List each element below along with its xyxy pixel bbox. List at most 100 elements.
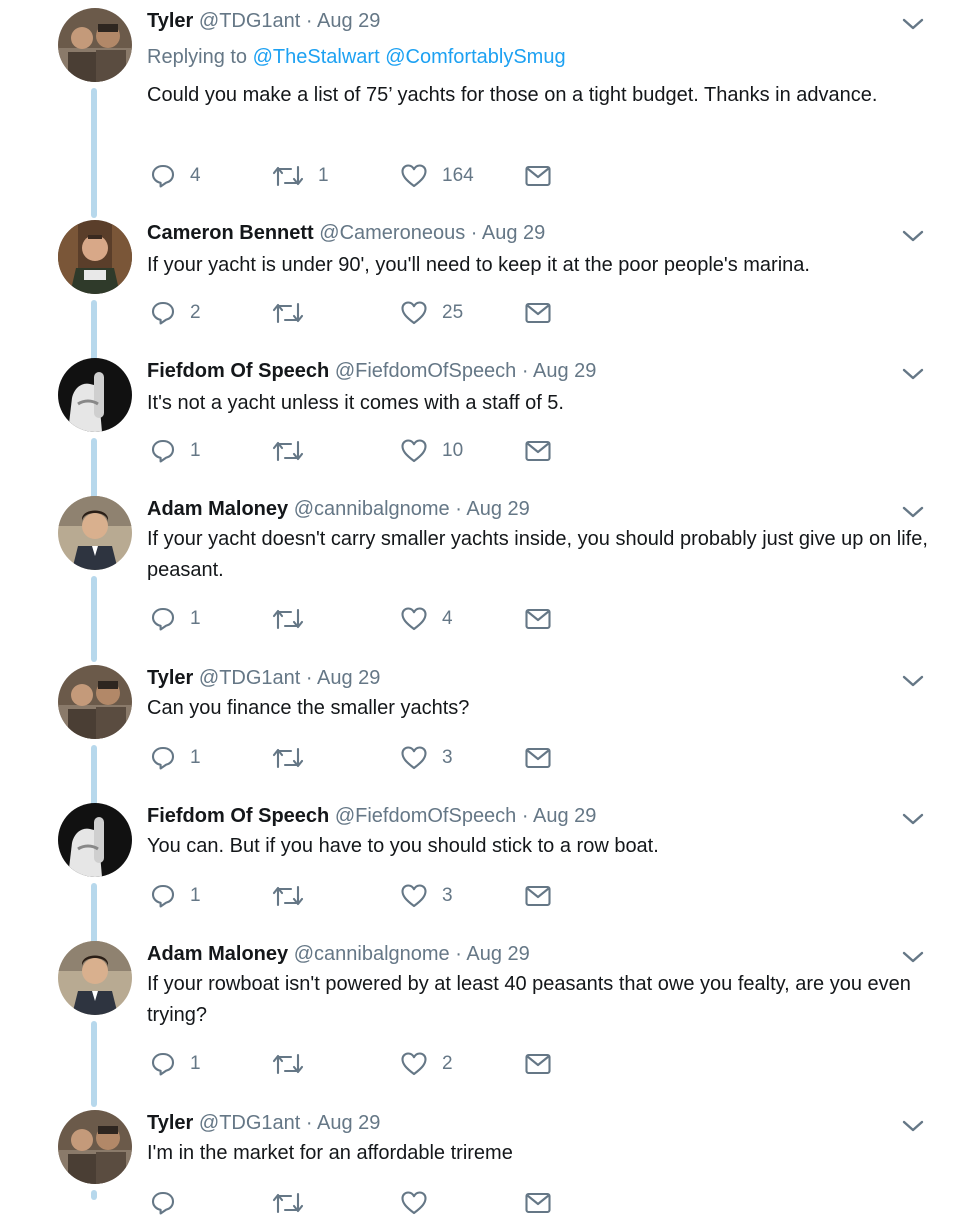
avatar[interactable]: [58, 941, 132, 1015]
tweet-header: Adam Maloney @cannibalgnome · Aug 29: [147, 941, 530, 967]
retweet-button[interactable]: [272, 743, 318, 773]
direct-message-button[interactable]: [524, 743, 552, 773]
reply-button[interactable]: 4: [150, 161, 201, 191]
heart-icon: [401, 1191, 427, 1215]
chevron-down-icon[interactable]: [900, 809, 926, 829]
retweet-button[interactable]: 1: [272, 161, 329, 191]
thread-connector: [91, 883, 97, 945]
display-name[interactable]: Tyler: [147, 10, 193, 32]
retweet-icon: [272, 885, 304, 907]
retweet-icon: [272, 1053, 304, 1075]
reply-icon: [151, 746, 175, 770]
avatar[interactable]: [58, 220, 132, 294]
like-button[interactable]: 10: [400, 436, 463, 466]
envelope-icon: [525, 440, 551, 462]
mention-link[interactable]: @ComfortablySmug: [385, 46, 565, 68]
display-name[interactable]: Adam Maloney: [147, 498, 288, 520]
reply-button[interactable]: 1: [150, 604, 201, 634]
reply-thread: Tyler @TDG1ant · Aug 29 Replying to @The…: [0, 0, 980, 1215]
reply-button[interactable]: 2: [150, 298, 201, 328]
like-button[interactable]: 164: [400, 161, 474, 191]
display-name[interactable]: Cameron Bennett: [147, 222, 314, 244]
envelope-icon: [525, 302, 551, 324]
reply-button[interactable]: [150, 1188, 176, 1218]
direct-message-button[interactable]: [524, 436, 552, 466]
like-button[interactable]: 3: [400, 743, 453, 773]
retweet-button[interactable]: [272, 881, 318, 911]
separator-dot: ·: [470, 222, 478, 244]
tweet-text: Can you finance the smaller yachts?: [147, 697, 470, 719]
user-handle[interactable]: @cannibalgnome: [294, 498, 450, 520]
like-button[interactable]: 25: [400, 298, 463, 328]
reply-button[interactable]: 1: [150, 881, 201, 911]
timestamp[interactable]: Aug 29: [317, 10, 380, 32]
chevron-down-icon[interactable]: [900, 1116, 926, 1136]
chevron-down-icon[interactable]: [900, 364, 926, 384]
retweet-button[interactable]: [272, 1188, 304, 1218]
separator-dot: ·: [455, 943, 462, 965]
retweet-button[interactable]: [272, 298, 318, 328]
avatar[interactable]: [58, 358, 132, 432]
like-button[interactable]: [400, 1188, 428, 1218]
avatar[interactable]: [58, 496, 132, 570]
like-count: 164: [442, 165, 474, 186]
reply-count: 1: [190, 747, 201, 768]
timestamp[interactable]: Aug 29: [466, 943, 529, 965]
direct-message-button[interactable]: [524, 881, 552, 911]
like-button[interactable]: 2: [400, 1049, 453, 1079]
avatar[interactable]: [58, 8, 132, 82]
reply-icon: [151, 1052, 175, 1076]
tweet-text: If your rowboat isn't powered by at leas…: [147, 973, 911, 1026]
chevron-down-icon[interactable]: [900, 671, 926, 691]
direct-message-button[interactable]: [524, 298, 552, 328]
chevron-down-icon[interactable]: [900, 226, 926, 246]
user-handle[interactable]: @TDG1ant: [199, 667, 300, 689]
like-button[interactable]: 4: [400, 604, 453, 634]
mention-link[interactable]: @TheStalwart: [253, 46, 380, 68]
direct-message-button[interactable]: [524, 1188, 552, 1218]
direct-message-button[interactable]: [524, 604, 552, 634]
heart-icon: [401, 607, 427, 631]
timestamp[interactable]: Aug 29: [533, 805, 596, 827]
direct-message-button[interactable]: [524, 1049, 552, 1079]
thread-connector: [91, 88, 97, 218]
display-name[interactable]: Tyler: [147, 1112, 193, 1134]
reply-button[interactable]: 1: [150, 743, 201, 773]
tweet-header: Tyler @TDG1ant · Aug 29: [147, 665, 380, 691]
direct-message-button[interactable]: [524, 161, 552, 191]
timestamp[interactable]: Aug 29: [533, 360, 596, 382]
like-button[interactable]: 3: [400, 881, 453, 911]
timestamp[interactable]: Aug 29: [317, 667, 380, 689]
reply-button[interactable]: 1: [150, 436, 201, 466]
retweet-button[interactable]: [272, 436, 318, 466]
display-name[interactable]: Adam Maloney: [147, 943, 288, 965]
user-handle[interactable]: @FiefdomOfSpeech: [335, 360, 517, 382]
user-handle[interactable]: @TDG1ant: [199, 1112, 300, 1134]
timestamp[interactable]: Aug 29: [466, 498, 529, 520]
avatar[interactable]: [58, 665, 132, 739]
chevron-down-icon[interactable]: [900, 502, 926, 522]
user-handle[interactable]: @TDG1ant: [199, 10, 300, 32]
tweet-header: Tyler @TDG1ant · Aug 29: [147, 1110, 380, 1136]
heart-icon: [401, 746, 427, 770]
display-name[interactable]: Fiefdom Of Speech: [147, 805, 329, 827]
envelope-icon: [525, 747, 551, 769]
timestamp[interactable]: Aug 29: [482, 222, 545, 244]
avatar[interactable]: [58, 803, 132, 877]
avatar[interactable]: [58, 1110, 132, 1184]
separator-dot: ·: [521, 805, 529, 827]
tweet-header: Tyler @TDG1ant · Aug 29: [147, 8, 380, 34]
retweet-button[interactable]: [272, 1049, 318, 1079]
display-name[interactable]: Tyler: [147, 667, 193, 689]
display-name[interactable]: Fiefdom Of Speech: [147, 360, 329, 382]
thread-connector: [91, 300, 97, 362]
retweet-button[interactable]: [272, 604, 318, 634]
reply-button[interactable]: 1: [150, 1049, 201, 1079]
user-handle[interactable]: @FiefdomOfSpeech: [335, 805, 517, 827]
chevron-down-icon[interactable]: [900, 14, 926, 34]
like-count: 3: [442, 885, 453, 906]
chevron-down-icon[interactable]: [900, 947, 926, 967]
user-handle[interactable]: @cannibalgnome: [294, 943, 450, 965]
timestamp[interactable]: Aug 29: [317, 1112, 380, 1134]
user-handle[interactable]: @Cameroneous: [319, 222, 465, 244]
